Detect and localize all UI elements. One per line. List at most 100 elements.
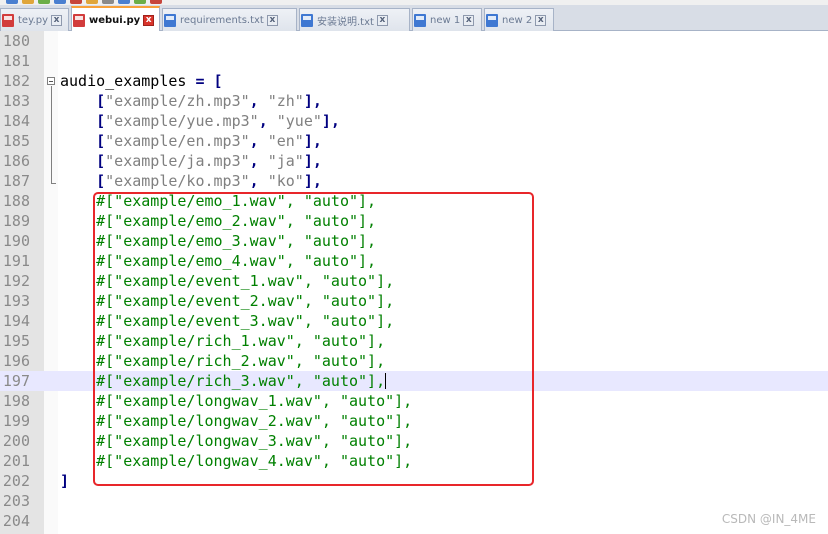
line-number: 192 [2,272,30,290]
tab-label: new 1 [430,14,461,26]
tab-label: tey.py [18,14,49,26]
code-operator: [ [96,112,106,130]
fold-toggle-icon[interactable] [47,77,55,85]
file-saved-icon [486,13,498,27]
line-number: 186 [2,152,30,170]
toolbar-icon[interactable] [54,0,66,4]
code-operator: , [258,112,277,130]
code-token: audio_examples [60,72,196,90]
code-text[interactable]: ] [60,471,69,491]
toolbar-icon[interactable] [22,0,34,4]
code-line[interactable]: 183 ["example/zh.mp3", "zh"], [0,91,828,111]
close-tab-icon[interactable]: x [266,14,278,26]
close-tab-icon[interactable]: x [51,14,63,26]
tab-new-2[interactable]: new 2 x [484,8,554,31]
toolbar-icon[interactable] [86,0,98,4]
code-text[interactable]: audio_examples = [ [60,71,223,91]
code-line[interactable]: 204 [0,511,828,531]
toolbar-icon[interactable] [38,0,50,4]
file-saved-icon [301,13,313,27]
line-number: 185 [2,132,30,150]
code-operator: , [249,172,268,190]
tab-label: requirements.txt [180,14,264,26]
tab-new-1[interactable]: new 1 x [412,8,482,31]
file-unsaved-icon [73,13,85,27]
line-number: 187 [2,172,30,190]
tab-label: new 2 [502,14,533,26]
close-tab-icon[interactable]: x [535,14,547,26]
code-line[interactable]: 186 ["example/ja.mp3", "ja"], [0,151,828,171]
line-number: 201 [2,452,30,470]
code-operator: = [ [195,72,223,90]
line-number: 181 [2,52,30,70]
line-number: 190 [2,232,30,250]
tab-label: 安装说明.txt [317,16,374,28]
file-unsaved-icon [2,13,14,27]
code-string: "yue" [276,112,322,130]
code-operator: ] [60,472,70,490]
code-operator: [ [96,152,106,170]
tab-install-notes-txt[interactable]: 安装说明.txt x [299,8,410,31]
toolbar-icon[interactable] [118,0,130,4]
code-line[interactable]: 182 audio_examples = [ [0,71,828,91]
line-number: 202 [2,472,30,490]
fold-guide-line [51,86,52,184]
code-text[interactable]: ["example/zh.mp3", "zh"], [60,91,322,111]
code-text[interactable]: ["example/ja.mp3", "ja"], [60,151,322,171]
code-operator: [ [96,172,106,190]
code-string: "example/en.mp3" [105,132,250,150]
tab-tey-py[interactable]: tey.py x [0,8,69,31]
close-tab-icon[interactable]: x [463,14,475,26]
code-line[interactable]: 180 [0,31,828,51]
code-operator: ], [303,152,322,170]
code-line[interactable]: 203 [0,491,828,511]
tab-requirements-txt[interactable]: requirements.txt x [162,8,297,31]
code-line[interactable]: 181 [0,51,828,71]
close-tab-icon[interactable]: x [376,14,388,26]
line-number: 195 [2,332,30,350]
toolbar-icon[interactable] [102,0,114,4]
code-operator: [ [96,132,106,150]
toolbar-icon[interactable] [70,0,82,4]
code-string: "example/ja.mp3" [105,152,250,170]
line-number: 194 [2,312,30,330]
file-saved-icon [164,13,176,27]
line-number: 180 [2,32,30,50]
line-number: 203 [2,492,30,510]
fold-end-marker [51,183,56,184]
code-operator: , [249,132,268,150]
close-tab-icon[interactable]: x [143,14,155,26]
line-number: 200 [2,432,30,450]
code-line[interactable]: 184 ["example/yue.mp3", "yue"], [0,111,828,131]
watermark: CSDN @IN_4ME [721,512,816,526]
toolbar-icon[interactable] [134,0,146,4]
code-line[interactable]: 187 ["example/ko.mp3", "ko"], [0,171,828,191]
code-text[interactable]: ["example/yue.mp3", "yue"], [60,111,340,131]
line-number: 204 [2,512,30,530]
code-text[interactable]: ["example/en.mp3", "en"], [60,131,322,151]
line-number: 191 [2,252,30,270]
code-text[interactable]: ["example/ko.mp3", "ko"], [60,171,322,191]
code-string: "example/yue.mp3" [105,112,259,130]
code-operator: ], [303,92,322,110]
code-line[interactable]: 185 ["example/en.mp3", "en"], [0,131,828,151]
tab-webui-py[interactable]: webui.py x [71,6,160,32]
toolbar-icon[interactable] [150,0,162,4]
line-number: 197 [2,372,30,390]
toolbar-icon[interactable] [6,0,18,4]
line-number: 189 [2,212,30,230]
